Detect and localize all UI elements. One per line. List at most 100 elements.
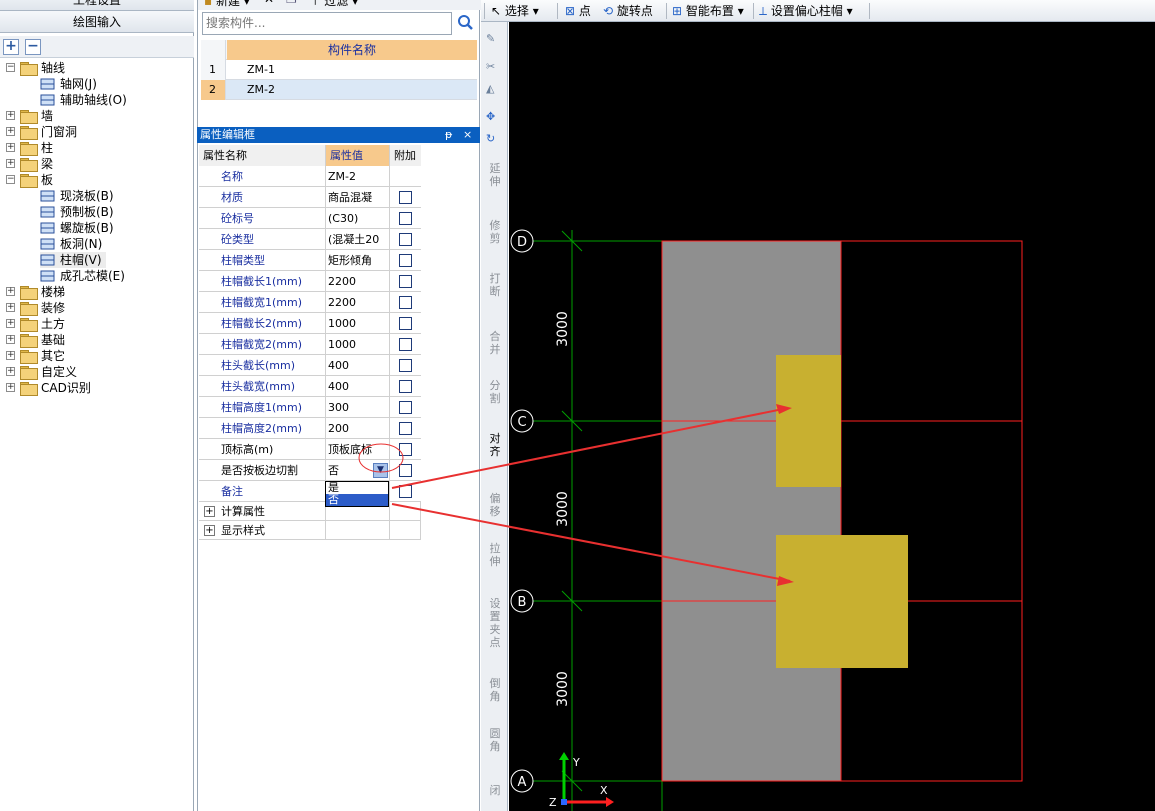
filter-button[interactable]: ⊤ 过滤 ▾	[310, 0, 358, 9]
dropdown-option-no[interactable]: 否	[326, 494, 388, 506]
column-cap-upper[interactable]	[776, 355, 841, 487]
expand-icon[interactable]: +	[6, 319, 15, 328]
rotate-icon[interactable]: ↻	[486, 132, 503, 147]
copy-icon[interactable]: ❐	[286, 0, 297, 6]
tool-9[interactable]: 倒角	[485, 677, 505, 703]
property-value-header[interactable]: 属性值	[326, 145, 390, 166]
project-settings-header[interactable]: 工程设置	[0, 0, 194, 11]
tree-item[interactable]: 柱帽(V)	[40, 252, 106, 268]
property-value[interactable]: 200	[326, 418, 390, 439]
extra-checkbox[interactable]	[399, 380, 412, 393]
property-row[interactable]: 材质 商品混凝	[199, 187, 421, 208]
pin-icon[interactable]: ᵽ	[445, 127, 452, 143]
property-value[interactable]: 2200	[326, 271, 390, 292]
expand-icon[interactable]: +	[6, 287, 15, 296]
property-row[interactable]: 柱帽截宽1(mm) 2200	[199, 292, 421, 313]
property-value[interactable]: 400	[326, 376, 390, 397]
expand-icon[interactable]: +	[6, 335, 15, 344]
property-row[interactable]: 柱头截长(mm) 400	[199, 355, 421, 376]
delete-icon[interactable]: ✕	[264, 0, 274, 6]
mirror-icon[interactable]: ◭	[486, 82, 503, 97]
tool-4[interactable]: 分割	[485, 379, 505, 405]
new-component-button[interactable]: ▪ 新建 ▾	[204, 0, 250, 9]
tool-0[interactable]: 延伸	[485, 162, 505, 188]
extra-checkbox[interactable]	[399, 275, 412, 288]
extra-checkbox[interactable]	[399, 464, 412, 477]
rotate-point-button[interactable]: ⟲ 旋转点	[603, 3, 653, 19]
extra-checkbox[interactable]	[399, 485, 412, 498]
expand-icon[interactable]: +	[6, 127, 15, 136]
property-value[interactable]: ZM-2	[326, 166, 390, 187]
expand-icon[interactable]: +	[6, 367, 15, 376]
property-value[interactable]: 400	[326, 355, 390, 376]
property-row[interactable]: 柱帽截长2(mm) 1000	[199, 313, 421, 334]
expand-icon[interactable]: +	[6, 143, 15, 152]
expand-icon[interactable]: +	[204, 525, 215, 536]
property-value[interactable]: 1000	[326, 313, 390, 334]
extra-checkbox[interactable]	[399, 443, 412, 456]
extra-checkbox[interactable]	[399, 191, 412, 204]
expand-icon[interactable]: +	[204, 506, 215, 517]
extra-checkbox[interactable]	[399, 212, 412, 225]
property-value[interactable]: (C30)	[326, 208, 390, 229]
property-value[interactable]: 300	[326, 397, 390, 418]
search-input[interactable]: 搜索构件...	[202, 12, 452, 35]
move-icon[interactable]: ✥	[486, 110, 503, 125]
property-row[interactable]: 是否按板边切割否 ▼	[199, 460, 421, 481]
property-name-header[interactable]: 属性名称	[199, 145, 326, 166]
set-offset-cap-button[interactable]: ⟂ 设置偏心柱帽 ▾	[759, 3, 853, 19]
expand-all-button[interactable]: +	[3, 39, 19, 55]
property-row[interactable]: 柱帽类型 矩形倾角	[199, 250, 421, 271]
property-row[interactable]: 柱头截宽(mm) 400	[199, 376, 421, 397]
property-row[interactable]: 柱帽高度1(mm) 300	[199, 397, 421, 418]
tool-6[interactable]: 偏移	[485, 492, 505, 518]
property-row[interactable]: 柱帽截长1(mm) 2200	[199, 271, 421, 292]
extra-checkbox[interactable]	[399, 401, 412, 414]
collapse-icon[interactable]: −	[6, 63, 15, 72]
expand-icon[interactable]: +	[6, 111, 15, 120]
property-value[interactable]: 2200	[326, 292, 390, 313]
chevron-down-icon[interactable]: ▼	[373, 463, 388, 478]
property-row[interactable]: 砼类型 (混凝土20	[199, 229, 421, 250]
tool-3[interactable]: 合并	[485, 330, 505, 356]
property-group-row[interactable]: 显示样式 +	[199, 521, 421, 540]
extra-checkbox[interactable]	[399, 317, 412, 330]
component-row[interactable]: 2 ZM-2	[201, 80, 477, 100]
brush-icon[interactable]: ✎	[486, 32, 503, 47]
property-extra-header[interactable]: 附加	[390, 145, 421, 166]
collapse-icon[interactable]: −	[6, 175, 15, 184]
tool-10[interactable]: 圆角	[485, 727, 505, 753]
point-button[interactable]: ⊠ 点	[565, 3, 591, 19]
property-row[interactable]: 柱帽高度2(mm) 200	[199, 418, 421, 439]
expand-icon[interactable]: +	[6, 383, 15, 392]
extra-checkbox[interactable]	[399, 254, 412, 267]
property-value[interactable]: 1000	[326, 334, 390, 355]
tool-11[interactable]: 闭	[485, 784, 505, 797]
expand-icon[interactable]: +	[6, 303, 15, 312]
extra-checkbox[interactable]	[399, 296, 412, 309]
tool-5[interactable]: 对齐	[485, 432, 505, 458]
property-row[interactable]: 砼标号 (C30)	[199, 208, 421, 229]
close-icon[interactable]: ×	[463, 127, 472, 143]
component-row[interactable]: 1 ZM-1	[201, 60, 477, 80]
property-row[interactable]: 名称 ZM-2	[199, 166, 421, 187]
select-button[interactable]: ↖ 选择 ▾	[491, 3, 539, 19]
collapse-all-button[interactable]: −	[25, 39, 41, 55]
property-row[interactable]: 柱帽截宽2(mm) 1000	[199, 334, 421, 355]
tool-8[interactable]: 设置夹点	[485, 597, 505, 649]
property-value[interactable]: 顶板底标	[326, 439, 390, 460]
tool-1[interactable]: 修剪	[485, 219, 505, 245]
extra-checkbox[interactable]	[399, 338, 412, 351]
extra-checkbox[interactable]	[399, 233, 412, 246]
expand-icon[interactable]: +	[6, 351, 15, 360]
search-button[interactable]	[454, 12, 478, 35]
extra-checkbox[interactable]	[399, 359, 412, 372]
tool-2[interactable]: 打断	[485, 272, 505, 298]
component-name-header[interactable]: 构件名称	[227, 40, 477, 60]
drawing-canvas[interactable]: D C B A 3000 3000 3000 Y X Z	[509, 22, 1155, 811]
property-value[interactable]: 矩形倾角	[326, 250, 390, 271]
property-row[interactable]: 顶标高(m) 顶板底标	[199, 439, 421, 460]
property-value[interactable]: (混凝土20	[326, 229, 390, 250]
column-cap-lower[interactable]	[776, 535, 908, 668]
smart-layout-button[interactable]: ⊞ 智能布置 ▾	[672, 3, 744, 19]
